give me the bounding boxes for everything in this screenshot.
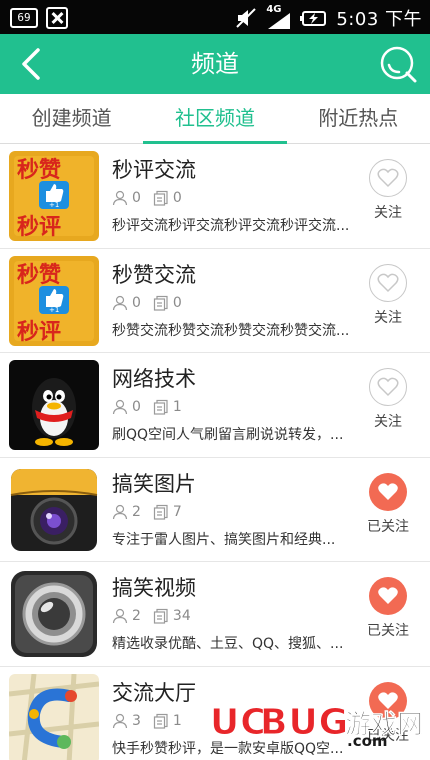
clock: 5:03 下午 [336,9,422,30]
members-icon [112,295,128,310]
post-count: 7 [172,503,182,520]
post-count: 0 [172,294,182,311]
qq-penguin-icon [9,360,99,450]
channel-stats: 0 1 [112,399,194,415]
members-icon [112,399,128,415]
posts-icon [153,608,168,624]
follow-button[interactable]: 关注 [358,159,418,222]
channel-description: 秒评交流秒评交流秒评交流秒评交流... [112,218,350,234]
channel-stats: 2 34 [112,608,203,624]
channel-list: 秒赞 +1 秒评 秒评交流 0 0 秒评交流秒评交流秒评交流秒评交流... 关注… [0,144,430,760]
notification-badge: 69 [10,8,38,28]
app-notification-icon [46,7,68,29]
channel-title: 秒评交流 [112,158,196,182]
mute-icon [236,8,257,28]
channel-stats: 0 0 [112,295,194,311]
post-count: 0 [172,190,182,206]
channel-row[interactable]: 搞笑图片 2 7 专注于雷人图片、搞笑图片和经典... 已关注 [0,457,430,562]
unfollow-button[interactable]: 已关注 [358,577,418,640]
members-icon [112,190,128,206]
follow-button[interactable]: 关注 [358,263,418,327]
channel-description: 秒赞交流秒赞交流秒赞交流秒赞交流... [112,322,350,339]
follow-label: 已关注 [367,518,409,535]
post-count: 1 [172,399,182,415]
signal-icon: 4G [266,4,292,29]
tab-nearby-hot[interactable]: 附近热点 [287,94,430,143]
channel-description: 刷QQ空间人气刷留言刷说说转发，... [112,427,344,443]
svg-text:秒评: 秒评 [17,320,61,345]
channel-stats: 3 1 [112,713,194,729]
follow-button[interactable]: 关注 [358,368,418,431]
posts-icon [153,399,168,415]
members-icon [112,504,128,519]
follow-label: 关注 [374,205,402,221]
follow-label: 关注 [374,309,402,326]
member-count: 2 [132,608,141,624]
svg-text:+1: +1 [49,306,59,314]
posts-icon [153,713,168,729]
watermark-domain: .com [347,732,388,750]
member-count: 0 [132,399,141,415]
member-count: 0 [132,190,141,206]
heart-filled-icon [369,577,407,615]
heart-outline-icon [369,263,407,302]
channel-description: 精选收录优酷、土豆、QQ、搜狐、... [112,636,344,652]
members-icon [112,713,128,728]
app-header: 频道 [0,34,430,94]
channel-title: 搞笑视频 [112,576,196,600]
svg-text:秒评: 秒评 [17,215,61,240]
watermark: UC BUG 游戏网 .com [210,702,425,754]
heart-outline-icon [369,159,407,197]
watermark-brand-a: UC [210,702,268,744]
back-button[interactable] [14,46,50,82]
miaozan-icon: 秒赞 +1 秒评 [9,255,99,346]
posts-icon [153,295,168,311]
search-button[interactable] [378,44,418,84]
members-icon [112,608,128,624]
battery-charging-icon [300,11,327,26]
channel-stats: 2 7 [112,504,194,520]
svg-text:秒赞: 秒赞 [17,158,61,183]
camera-icon [9,464,99,555]
heart-filled-icon [369,472,407,511]
page-title: 频道 [191,50,239,78]
channel-row[interactable]: 秒赞 +1 秒评 秒赞交流 0 0 秒赞交流秒赞交流秒赞交流秒赞交流... 关注 [0,248,430,353]
channel-title: 交流大厅 [112,680,196,705]
post-count: 34 [172,608,191,624]
channel-row[interactable]: 秒赞 +1 秒评 秒评交流 0 0 秒评交流秒评交流秒评交流秒评交流... 关注 [0,144,430,249]
channel-title: 秒赞交流 [112,262,196,287]
channel-row[interactable]: 搞笑视频 2 34 精选收录优酷、土豆、QQ、搜狐、... 已关注 [0,562,430,667]
posts-icon [153,190,168,206]
heart-outline-icon [369,368,407,406]
svg-text:+1: +1 [49,201,59,209]
watermark-brand-b: BUG [259,702,350,744]
member-count: 3 [132,712,141,729]
channel-stats: 0 0 [112,190,194,206]
posts-icon [153,504,168,520]
member-count: 0 [132,294,141,311]
tab-create-channel[interactable]: 创建频道 [0,94,143,143]
follow-label: 已关注 [367,623,409,639]
channel-description: 专注于雷人图片、搞笑图片和经典... [112,531,336,548]
status-bar: 69 4G 5:03 下午 [0,0,430,34]
member-count: 2 [132,503,141,520]
miaozan-icon: 秒赞 +1 秒评 [9,151,99,241]
channel-title: 搞笑图片 [112,471,196,496]
svg-text:秒赞: 秒赞 [17,263,61,288]
video-lens-icon [9,569,99,659]
unfollow-button[interactable]: 已关注 [358,472,418,536]
channel-title: 网络技术 [112,367,196,391]
map-icon [9,673,99,760]
follow-label: 关注 [374,414,402,430]
channel-row[interactable]: 网络技术 0 1 刷QQ空间人气刷留言刷说说转发，... 关注 [0,353,430,458]
channel-tabs: 创建频道 社区频道 附近热点 [0,94,430,144]
tab-community-channel[interactable]: 社区频道 [143,94,287,144]
post-count: 1 [172,712,182,729]
